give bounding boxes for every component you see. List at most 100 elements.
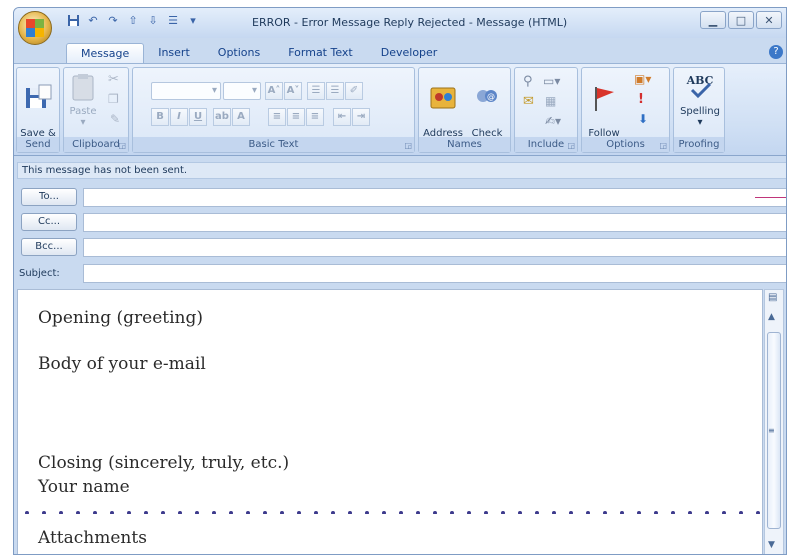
subject-field[interactable] [83, 264, 786, 283]
group-include: ⚲ ▭▾ ✉ ▦ ✍▾ Include ◲ [514, 67, 578, 153]
to-button[interactable]: To... [21, 188, 77, 206]
calendar-icon[interactable]: ▦ [545, 94, 556, 108]
low-importance-icon[interactable]: ⬇ [638, 112, 648, 126]
window-title: ERROR - Error Message Reply Rejected - M… [252, 16, 568, 29]
window-controls: ▁ □ ✕ [700, 11, 782, 29]
font-size-select[interactable]: ▾ [223, 82, 261, 100]
shrink-font-icon[interactable]: A˅ [284, 82, 302, 100]
cc-field[interactable] [83, 213, 786, 232]
tab-developer[interactable]: Developer [367, 43, 452, 63]
ruler-icon[interactable]: ▤ [768, 292, 777, 303]
vertical-scrollbar[interactable]: ▤ ▲ ≡ ▼ [764, 289, 784, 554]
align-center-icon[interactable]: ≡ [287, 108, 305, 126]
office-button[interactable] [18, 11, 52, 45]
align-left-icon[interactable]: ≡ [268, 108, 286, 126]
grow-font-icon[interactable]: A˄ [265, 82, 283, 100]
bold-icon[interactable]: B [151, 108, 169, 126]
maximize-button[interactable]: □ [728, 11, 754, 29]
minimize-button[interactable]: ▁ [700, 11, 726, 29]
include-launcher-icon[interactable]: ◲ [567, 141, 575, 150]
signature-icon[interactable]: ✍▾ [545, 114, 561, 128]
align-right-icon[interactable]: ≡ [306, 108, 324, 126]
message-body[interactable]: Opening (greeting) Body of your e-mail C… [17, 289, 763, 554]
previous-icon[interactable]: ⇧ [126, 13, 140, 27]
info-bar: This message has not been sent. [17, 162, 786, 179]
attach-item-icon[interactable]: ✉ [523, 94, 534, 109]
save-icon[interactable] [66, 13, 80, 27]
body-opening: Opening (greeting) [38, 308, 203, 328]
cc-button[interactable]: Cc... [21, 213, 77, 231]
cut-icon[interactable]: ✂ [108, 72, 119, 87]
quick-access-toolbar: ↶ ↷ ⇧ ⇩ ☰ ▾ [66, 13, 200, 27]
next-icon[interactable]: ⇩ [146, 13, 160, 27]
group-options-label: Options [582, 137, 669, 152]
attachments-divider [25, 511, 760, 514]
font-name-select[interactable]: ▾ [151, 82, 221, 100]
paste-label: Paste [69, 106, 97, 117]
help-icon[interactable]: ? [769, 45, 783, 59]
group-send: Save & Close Send [16, 67, 60, 153]
scroll-down-icon[interactable]: ▼ [768, 540, 775, 550]
increase-indent-icon[interactable]: ⇥ [352, 108, 370, 126]
redo-icon[interactable]: ↷ [106, 13, 120, 27]
options-launcher-icon[interactable]: ◲ [659, 141, 667, 150]
tab-format-text[interactable]: Format Text [274, 43, 367, 63]
format-buttons: BIU [151, 108, 207, 126]
bcc-button[interactable]: Bcc... [21, 238, 77, 256]
subject-label: Subject: [19, 268, 60, 279]
format-painter-icon[interactable]: ✎ [110, 112, 120, 126]
attach-file-icon[interactable]: ⚲ [523, 74, 533, 89]
svg-text:@: @ [487, 92, 495, 101]
clear-formatting-icon[interactable]: ✐ [345, 82, 363, 100]
ribbon-tabs: Message Insert Options Format Text Devel… [66, 43, 451, 63]
spelling-label: Spelling [680, 106, 720, 117]
customize-icon[interactable]: ▾ [186, 13, 200, 27]
close-button[interactable]: ✕ [756, 11, 782, 29]
decrease-indent-icon[interactable]: ⇤ [333, 108, 351, 126]
group-proofing-label: Proofing [674, 137, 724, 152]
spelling-icon: ABC [684, 71, 716, 103]
group-basic-text-label: Basic Text [133, 137, 414, 152]
high-importance-icon[interactable]: ! [638, 92, 644, 107]
font-color-icon[interactable]: A [232, 108, 250, 126]
body-text: Body of your e-mail [38, 354, 206, 374]
undo-icon[interactable]: ↶ [86, 13, 100, 27]
bullets-icon[interactable]: ☰ [307, 82, 325, 100]
outlook-message-window: ↶ ↷ ⇧ ⇩ ☰ ▾ ERROR - Error Message Reply … [13, 7, 787, 555]
group-names-label: Names [419, 137, 510, 152]
group-basic-text: ▾ ▾ A˄ A˅ ☰ ☰ ✐ BIU ab A ≡ ≡ ≡ ⇤ ⇥ Basic Text ◲ [132, 67, 415, 153]
font-grow-shrink: A˄ A˅ [265, 82, 302, 100]
categorize-icon[interactable]: ▣▾ [634, 72, 651, 86]
paste-icon [67, 71, 99, 103]
tab-options[interactable]: Options [204, 43, 274, 63]
group-options: Follow Up ▾ ▣▾ ! ⬇ Options ◲ [581, 67, 670, 153]
scroll-up-icon[interactable]: ▲ [768, 312, 775, 322]
color-buttons: ab A [213, 108, 250, 126]
clipboard-launcher-icon[interactable]: ◲ [118, 141, 126, 150]
highlight-icon[interactable]: ab [213, 108, 231, 126]
italic-icon[interactable]: I [170, 108, 188, 126]
spelling-button[interactable]: ABC Spelling ▾ [678, 71, 722, 128]
indent-buttons: ⇤ ⇥ [333, 108, 370, 126]
business-card-icon[interactable]: ▭▾ [543, 74, 560, 88]
office-logo-icon [26, 19, 44, 37]
group-clipboard: Paste ▾ ✂ ❐ ✎ Clipboard ◲ [63, 67, 129, 153]
scroll-grip-icon: ≡ [768, 426, 775, 435]
flag-icon [588, 82, 620, 114]
basic-text-launcher-icon[interactable]: ◲ [404, 141, 412, 150]
list-buttons: ☰ ☰ ✐ [307, 82, 363, 100]
title-bar: ↶ ↷ ⇧ ⇩ ☰ ▾ ERROR - Error Message Reply … [14, 8, 786, 38]
bcc-field[interactable] [83, 238, 786, 257]
tab-message[interactable]: Message [66, 43, 145, 63]
tab-insert[interactable]: Insert [144, 43, 204, 63]
marker-line [755, 197, 786, 198]
paste-button[interactable]: Paste ▾ [66, 71, 100, 128]
to-field[interactable] [83, 188, 786, 207]
check-names-icon: @ [471, 82, 503, 114]
body-attachments: Attachments [38, 528, 147, 548]
format-icon[interactable]: ☰ [166, 13, 180, 27]
numbering-icon[interactable]: ☰ [326, 82, 344, 100]
copy-icon[interactable]: ❐ [108, 92, 119, 106]
underline-icon[interactable]: U [189, 108, 207, 126]
alignment-buttons: ≡ ≡ ≡ [268, 108, 324, 126]
